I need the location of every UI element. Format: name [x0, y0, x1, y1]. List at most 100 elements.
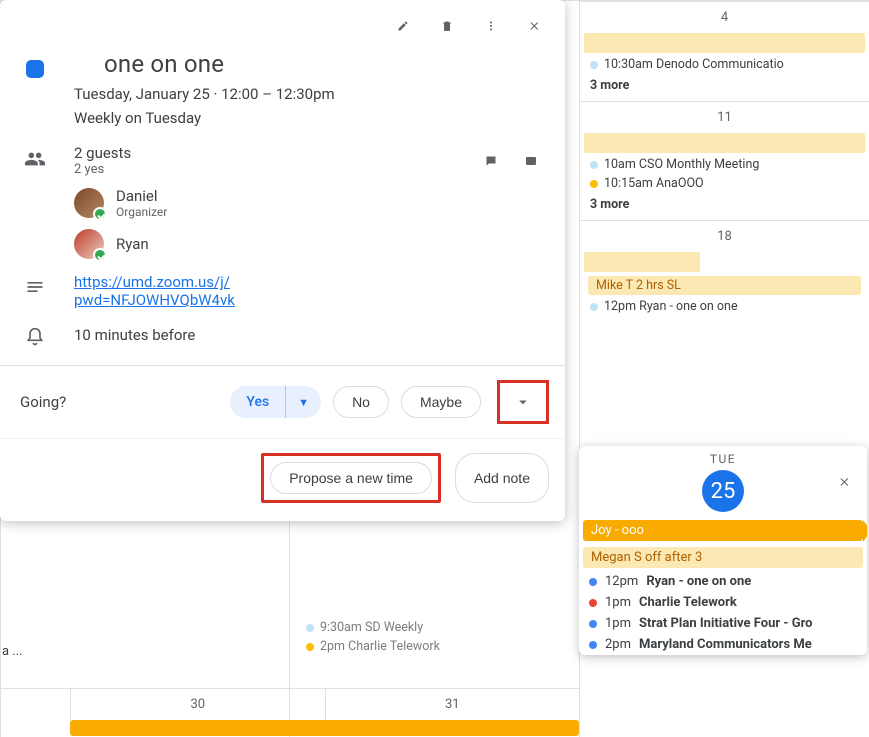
- event-color-dot: [590, 180, 598, 188]
- truncated-label: a ...: [0, 644, 23, 659]
- guest-role: Organizer: [116, 205, 167, 219]
- event-pill[interactable]: 12pm Ryan - one on one: [580, 297, 869, 316]
- event-time: 1pm: [605, 595, 631, 610]
- edit-button[interactable]: [391, 14, 415, 38]
- day-of-week-label: TUE: [613, 452, 833, 466]
- mail-icon: [525, 152, 537, 170]
- event-time: 2pm: [605, 637, 631, 652]
- event-text: 12pm Ryan - one on one: [604, 299, 738, 314]
- event-color-dot: [589, 578, 597, 586]
- event-text: 9:30am SD Weekly: [320, 620, 423, 635]
- allday-chip[interactable]: Mike T 2 hrs SL: [588, 276, 861, 295]
- chat-icon: [485, 152, 497, 170]
- more-options-button[interactable]: [479, 14, 503, 38]
- event-pill[interactable]: 9:30am SD Weekly: [296, 618, 566, 637]
- event-title: Strat Plan Initiative Four - Gro: [639, 616, 812, 631]
- event-text: 2pm Charlie Telework: [320, 639, 440, 654]
- event-time: 12pm: [605, 574, 638, 589]
- rsvp-maybe-button[interactable]: Maybe: [401, 386, 481, 418]
- event-row[interactable]: 2pm Maryland Communicators Me: [579, 634, 867, 655]
- propose-new-time-button[interactable]: Propose a new time: [270, 462, 432, 494]
- day-number[interactable]: 18: [580, 221, 869, 250]
- close-icon: [839, 473, 851, 491]
- event-text: 10:15am AnaOOO: [604, 176, 704, 191]
- avatar: [74, 229, 104, 259]
- event-color-swatch: [26, 60, 44, 78]
- close-button[interactable]: [523, 14, 547, 38]
- event-color-dot: [589, 599, 597, 607]
- more-link[interactable]: 3 more: [580, 74, 869, 97]
- event-row[interactable]: 1pm Charlie Telework: [579, 592, 867, 613]
- rsvp-yes-button[interactable]: Yes: [230, 386, 286, 418]
- event-pill[interactable]: 2pm Charlie Telework: [296, 637, 566, 656]
- guest-count: 2 guests: [74, 144, 131, 162]
- popup-action-bar: [0, 0, 565, 44]
- bell-icon: [22, 323, 48, 347]
- event-color-dot: [306, 643, 314, 651]
- event-recurrence: Weekly on Tuesday: [74, 106, 543, 130]
- event-color-dot: [590, 161, 598, 169]
- event-title: one on one: [104, 50, 543, 78]
- propose-highlight: Propose a new time: [261, 453, 441, 503]
- event-color-dot: [589, 620, 597, 628]
- close-icon: [529, 17, 541, 35]
- close-button[interactable]: [833, 470, 857, 494]
- allday-bar[interactable]: [584, 252, 700, 272]
- event-color-dot: [306, 624, 314, 632]
- more-link[interactable]: 3 more: [580, 193, 869, 216]
- allday-bar[interactable]: [584, 133, 865, 153]
- allday-bar[interactable]: [70, 720, 579, 736]
- people-icon: [22, 144, 48, 170]
- rsvp-yes-split-button[interactable]: Yes ▼: [230, 386, 321, 418]
- event-row[interactable]: 12pm Ryan - one on one: [579, 571, 867, 592]
- day-number[interactable]: 11: [580, 102, 869, 131]
- rsvp-yes-dropdown[interactable]: ▼: [286, 388, 321, 417]
- rsvp-extra-row: Propose a new time Add note: [0, 438, 565, 521]
- day-number[interactable]: 4: [580, 2, 869, 31]
- event-pill[interactable]: 10:30am Denodo Communicatio: [580, 55, 869, 74]
- guest-row[interactable]: Ryan: [74, 229, 543, 259]
- event-text: 10:30am Denodo Communicatio: [604, 57, 784, 72]
- meeting-link-pwd[interactable]: pwd=NFJOWHVQbW4vk: [74, 291, 235, 309]
- add-note-button[interactable]: Add note: [455, 453, 549, 503]
- guest-name: Daniel: [116, 187, 167, 205]
- event-title: Charlie Telework: [639, 595, 737, 610]
- avatar: [74, 188, 104, 218]
- allday-chip[interactable]: Megan S off after 3: [583, 547, 863, 568]
- event-color-dot: [589, 641, 597, 649]
- guest-yes-count: 2 yes: [74, 162, 131, 177]
- week-block[interactable]: 4 10:30am Denodo Communicatio 3 more: [580, 1, 869, 101]
- event-title: Maryland Communicators Me: [639, 637, 812, 652]
- event-time: 1pm: [605, 616, 631, 631]
- event-text: 10am CSO Monthly Meeting: [604, 157, 759, 172]
- guest-row[interactable]: Daniel Organizer: [74, 187, 543, 219]
- week-block[interactable]: 18 Mike T 2 hrs SL 12pm Ryan - one on on…: [580, 220, 869, 320]
- event-pill[interactable]: 10am CSO Monthly Meeting: [580, 155, 869, 174]
- event-title: Ryan - one on one: [646, 574, 751, 589]
- delete-button[interactable]: [435, 14, 459, 38]
- email-guests-button[interactable]: [519, 149, 543, 173]
- event-detail-popup: one on one Tuesday, January 25 · 12:00 –…: [0, 0, 565, 521]
- chat-button[interactable]: [479, 149, 503, 173]
- expand-rsvp-button[interactable]: [500, 383, 546, 421]
- event-color-dot: [590, 303, 598, 311]
- expand-rsvp-highlight: [497, 380, 549, 424]
- day-number-badge[interactable]: 25: [702, 470, 744, 512]
- day-number[interactable]: 30: [70, 689, 325, 720]
- mid-col-events: 9:30am SD Weekly 2pm Charlie Telework: [296, 618, 566, 656]
- pencil-icon: [397, 17, 409, 35]
- event-color-dot: [590, 61, 598, 69]
- day-number[interactable]: 31: [325, 689, 580, 720]
- allday-bar[interactable]: [584, 33, 865, 53]
- allday-chip[interactable]: Joy - ooo: [583, 520, 863, 541]
- event-datetime: Tuesday, January 25 · 12:00 – 12:30pm: [74, 82, 543, 106]
- rsvp-accepted-badge: [93, 248, 107, 262]
- event-row[interactable]: 1pm Strat Plan Initiative Four - Gro: [579, 613, 867, 634]
- rsvp-no-button[interactable]: No: [333, 386, 389, 418]
- event-pill[interactable]: 10:15am AnaOOO: [580, 174, 869, 193]
- meeting-link[interactable]: https://umd.zoom.us/j/: [74, 273, 230, 291]
- week-block[interactable]: 11 10am CSO Monthly Meeting 10:15am AnaO…: [580, 101, 869, 220]
- kebab-icon: [485, 17, 497, 35]
- chevron-down-icon: [514, 393, 532, 411]
- description-icon: [22, 273, 48, 297]
